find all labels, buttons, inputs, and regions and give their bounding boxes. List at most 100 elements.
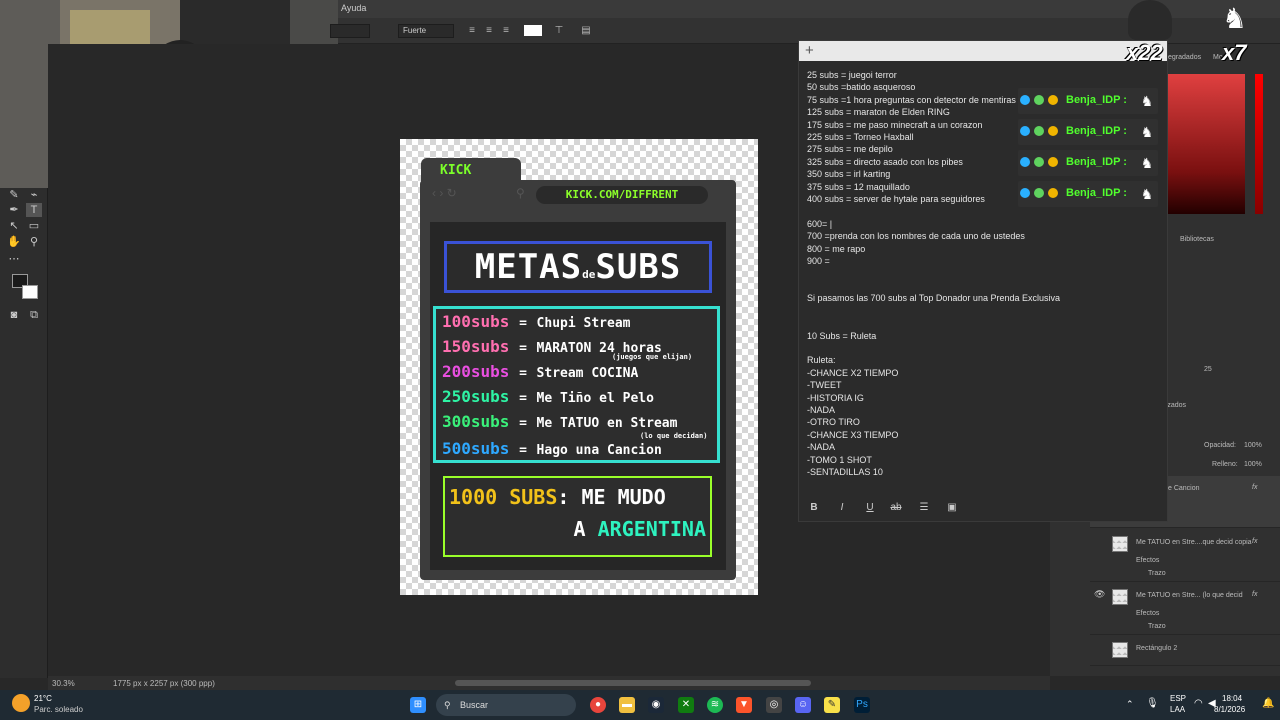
brave-icon[interactable]: ▼ <box>736 697 752 713</box>
xbox-icon[interactable]: ✕ <box>678 697 694 713</box>
opacity-field[interactable]: 100% <box>1244 442 1262 449</box>
sticky-note-line[interactable]: -CHANCE X3 TIEMPO <box>807 429 1157 441</box>
font-family-select[interactable] <box>330 24 370 38</box>
text-color-swatch[interactable] <box>524 25 542 36</box>
spot-heal-icon[interactable]: ✎ <box>6 188 22 202</box>
weather-desc[interactable]: Parc. soleado <box>34 705 83 714</box>
hand-tool-icon[interactable]: ✋ <box>6 235 22 249</box>
sticky-note-line[interactable] <box>807 317 1157 329</box>
input-language-2[interactable]: LAA <box>1170 705 1185 714</box>
layer-item[interactable]: Me TATUO en Stre....que decid copia fx E… <box>1090 530 1280 582</box>
align-right-icon[interactable]: ≡ <box>500 25 512 36</box>
goal-text: Hago una Cancion <box>536 443 662 458</box>
quick-mask-icon[interactable]: ◙ <box>6 308 22 322</box>
sticky-note-line[interactable]: Ruleta: <box>807 354 1157 366</box>
warp-text-icon[interactable]: ⊤ <box>553 25 565 36</box>
image-icon[interactable]: ▣ <box>945 501 959 515</box>
tray-chevron-icon[interactable]: ⌃ <box>1126 699 1134 710</box>
chrome-icon[interactable]: ● <box>590 697 606 713</box>
screen-mode-icon[interactable]: ⧉ <box>26 308 42 322</box>
sticky-note-line[interactable]: -OTRO TIRO <box>807 416 1157 428</box>
sticky-note-line[interactable] <box>807 342 1157 354</box>
sticky-note-line[interactable]: 600= | <box>807 218 1157 230</box>
layers-tab[interactable]: rzados <box>1165 402 1186 409</box>
sticky-note-line[interactable]: Si pasamos las 700 subs al Top Donador u… <box>807 292 1157 304</box>
obs-icon[interactable]: ◎ <box>766 697 782 713</box>
chat-message: Benja_IDP : ♞ <box>1018 150 1158 176</box>
steam-icon[interactable]: ◉ <box>648 697 664 713</box>
layer-item[interactable]: Rectángulo 2 <box>1090 636 1280 666</box>
gradients-tab[interactable]: egradados <box>1168 54 1201 61</box>
sticky-note-line[interactable]: 800 = me rapo <box>807 243 1157 255</box>
wifi-icon[interactable]: ◠ <box>1194 698 1203 709</box>
sticky-note-line[interactable]: 700 =prenda con los nombres de cada uno … <box>807 230 1157 242</box>
microphone-icon[interactable]: 🎙 <box>1146 698 1159 709</box>
list-icon[interactable]: ☰ <box>917 501 931 515</box>
background-color-swatch[interactable] <box>22 285 38 299</box>
sticky-note-line[interactable]: -NADA <box>807 441 1157 453</box>
notifications-icon[interactable]: 🔔 <box>1262 698 1274 709</box>
sticky-note-line[interactable]: -TOMO 1 SHOT <box>807 454 1157 466</box>
emote-counter: x7 <box>1222 40 1247 65</box>
start-icon[interactable]: ⊞ <box>410 697 426 713</box>
layer-fx-icon[interactable]: fx <box>1252 591 1257 598</box>
leading-field[interactable]: 25 <box>1204 366 1212 373</box>
layer-fx-icon[interactable]: fx <box>1252 538 1257 545</box>
search-box[interactable]: ⚲ Buscar <box>436 694 576 716</box>
align-left-icon[interactable]: ≡ <box>466 25 478 36</box>
fill-field[interactable]: 100% <box>1244 461 1262 468</box>
italic-button[interactable]: I <box>835 501 849 515</box>
path-select-icon[interactable]: ↖ <box>6 219 22 233</box>
sticky-notes-icon[interactable]: ✎ <box>824 697 840 713</box>
rectangle-tool-icon[interactable]: ▭ <box>26 219 42 233</box>
align-center-icon[interactable]: ≡ <box>483 25 495 36</box>
brush-icon[interactable]: ⌁ <box>26 188 42 202</box>
sticky-note-line[interactable] <box>807 280 1157 292</box>
sticky-note-line[interactable]: 900 = <box>807 255 1157 267</box>
sticky-note-line[interactable] <box>807 268 1157 280</box>
goal-eq: = <box>519 341 527 356</box>
weather-icon[interactable] <box>12 694 30 712</box>
sticky-note-titlebar[interactable]: + <box>799 41 1167 61</box>
strikethrough-button[interactable]: ab <box>889 501 903 515</box>
emote-counter: x22 <box>1126 40 1163 65</box>
opacity-label: Opacidad: <box>1204 442 1236 449</box>
sticky-note-line[interactable] <box>807 305 1157 317</box>
zoom-tool-icon[interactable]: ⚲ <box>26 235 42 249</box>
sticky-note-line[interactable]: 10 Subs = Ruleta <box>807 330 1157 342</box>
artwork-search-icon: ⚲ <box>516 186 525 200</box>
file-explorer-icon[interactable]: ▬ <box>619 697 635 713</box>
hue-slider[interactable] <box>1255 74 1263 214</box>
bold-button[interactable]: B <box>807 501 821 515</box>
menu-help[interactable]: Ayuda <box>341 3 366 13</box>
pen-icon[interactable]: ✒ <box>6 203 22 217</box>
color-picker-field[interactable] <box>1165 74 1245 214</box>
spotify-icon[interactable]: ≋ <box>707 697 723 713</box>
zoom-level[interactable]: 30.3% <box>52 679 75 688</box>
add-note-icon[interactable]: + <box>805 42 814 60</box>
discord-icon[interactable]: ☺ <box>795 697 811 713</box>
horizontal-scrollbar[interactable] <box>455 680 811 686</box>
photoshop-icon[interactable]: Ps <box>854 697 870 713</box>
more-tools-icon[interactable]: ⋯ <box>6 252 22 266</box>
goal-num: 150subs <box>442 337 510 356</box>
sticky-note-line[interactable]: -CHANCE X2 TIEMPO <box>807 367 1157 379</box>
font-style-select[interactable]: Fuerte <box>398 24 454 38</box>
layer-item[interactable]: 👁 Me TATUO en Stre... (lo que decid fx E… <box>1090 583 1280 635</box>
clock-date[interactable]: 8/1/2026 <box>1214 705 1245 714</box>
eye-icon[interactable]: 👁 <box>1094 589 1105 600</box>
underline-button[interactable]: U <box>863 501 877 515</box>
type-tool-icon[interactable]: T <box>26 203 42 217</box>
sticky-note-line[interactable] <box>807 205 1157 217</box>
sticky-note-line[interactable]: -NADA <box>807 404 1157 416</box>
sticky-note-line[interactable]: 25 subs = juegoi terror <box>807 69 1157 81</box>
sticky-note-line[interactable]: -HISTORIA IG <box>807 392 1157 404</box>
input-language-1[interactable]: ESP <box>1170 694 1186 703</box>
layer-fx-icon[interactable]: fx <box>1252 484 1257 491</box>
sticky-note-line[interactable]: -TWEET <box>807 379 1157 391</box>
weather-temp[interactable]: 21°C <box>34 694 52 703</box>
sticky-note-line[interactable]: -SENTADILLAS 10 <box>807 466 1157 478</box>
clock-time[interactable]: 18:04 <box>1222 694 1242 703</box>
libraries-tab[interactable]: Bibliotecas <box>1180 236 1214 243</box>
character-panel-icon[interactable]: ▤ <box>580 25 592 36</box>
